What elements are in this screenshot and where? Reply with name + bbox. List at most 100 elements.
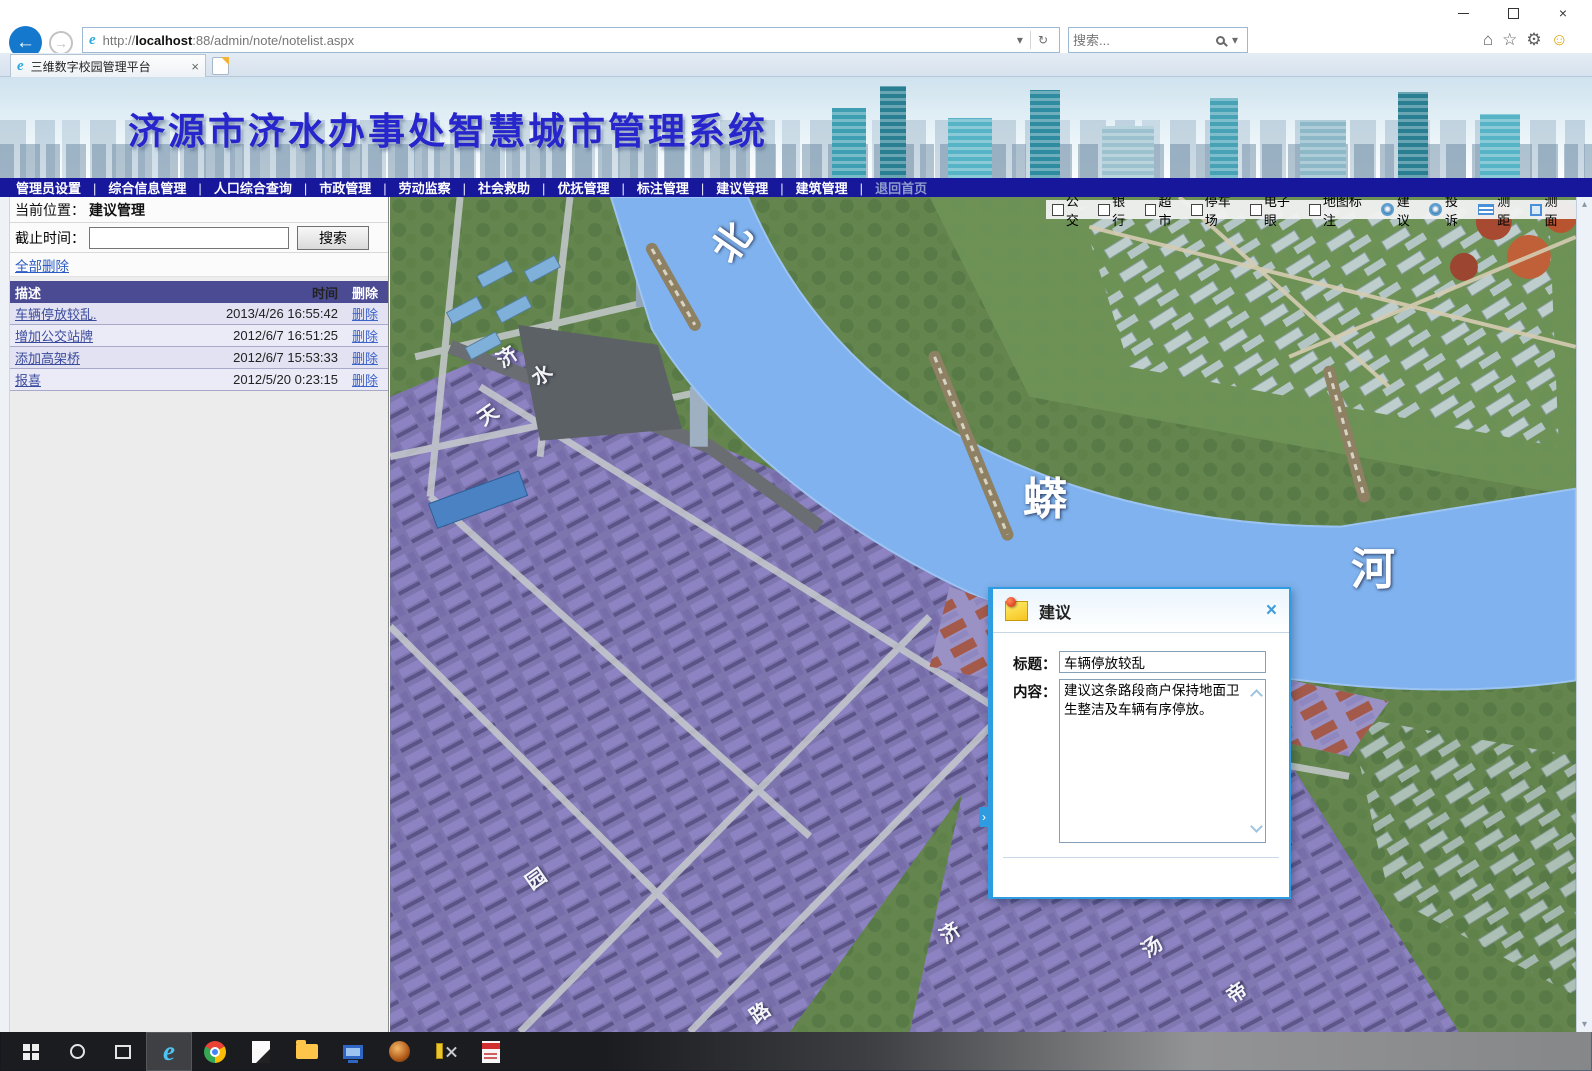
checkbox-icon[interactable] bbox=[1191, 204, 1203, 216]
delete-all-link[interactable]: 全部删除 bbox=[15, 255, 69, 275]
suggestion-link[interactable]: 增加公交站牌 bbox=[15, 329, 93, 344]
editor-icon bbox=[252, 1041, 270, 1063]
close-dialog-button[interactable]: × bbox=[1266, 601, 1277, 620]
suggestion-link[interactable]: 报喜 bbox=[15, 373, 41, 388]
webpage: 济源市济水办事处智慧城市管理系统 管理员设置 综合信息管理 人口综合查询 市政管… bbox=[0, 77, 1592, 1032]
layer-checkbox-camera[interactable]: 电子眼 bbox=[1250, 197, 1302, 229]
close-icon: × bbox=[1559, 5, 1567, 21]
app-taskbar-button[interactable] bbox=[376, 1032, 422, 1071]
nav-item-info[interactable]: 综合信息管理 bbox=[102, 178, 207, 197]
nav-item-annotation[interactable]: 标注管理 bbox=[631, 178, 710, 197]
nav-item-admin[interactable]: 管理员设置 bbox=[10, 178, 102, 197]
page-scrollbar[interactable]: ▴ ▾ bbox=[1576, 197, 1592, 1032]
nav-item-home[interactable]: 退回首页 bbox=[869, 178, 933, 197]
title-field-input[interactable] bbox=[1059, 651, 1266, 673]
nav-item-suggestion[interactable]: 建议管理 bbox=[710, 178, 789, 197]
area-icon bbox=[1530, 204, 1542, 216]
refresh-icon[interactable]: ↻ bbox=[1033, 33, 1053, 47]
suggestion-panel: 当前位置： 建议管理 截止时间： 搜索 全部删除 描述 时间 删除 车辆停放较乱… bbox=[10, 197, 389, 1032]
info-icon bbox=[1429, 203, 1442, 216]
search-button[interactable]: 搜索 bbox=[297, 226, 369, 250]
col-time: 时间 bbox=[220, 283, 338, 302]
address-bar[interactable]: e http://localhost:88/admin/note/notelis… bbox=[82, 27, 1060, 53]
window-controls: × bbox=[1450, 4, 1576, 22]
tool-complaint-button[interactable]: 投诉 bbox=[1429, 197, 1470, 229]
dialog-collapse-handle[interactable]: › bbox=[979, 807, 989, 827]
tab-bar: e 三维数字校园管理平台 × bbox=[0, 53, 1592, 77]
tool-suggest-button[interactable]: 建议 bbox=[1381, 197, 1422, 229]
content-area: 当前位置： 建议管理 截止时间： 搜索 全部删除 描述 时间 删除 车辆停放较乱… bbox=[0, 197, 1592, 1032]
tool-measure-distance-button[interactable]: 测距 bbox=[1478, 197, 1523, 229]
windows-logo-icon bbox=[23, 1044, 39, 1060]
file-explorer-button[interactable] bbox=[284, 1032, 330, 1071]
delete-link[interactable]: 删除 bbox=[352, 307, 378, 322]
home-icon[interactable]: ⌂ bbox=[1483, 30, 1493, 50]
tab-close-icon[interactable]: × bbox=[185, 59, 199, 74]
checkbox-icon[interactable] bbox=[1309, 204, 1321, 216]
suggestion-time: 2012/6/7 16:51:25 bbox=[220, 328, 338, 343]
browser-search-box[interactable]: ▾ bbox=[1068, 27, 1248, 53]
close-window-button[interactable]: × bbox=[1550, 4, 1576, 22]
favorites-star-icon[interactable]: ☆ bbox=[1502, 30, 1517, 50]
task-view-button[interactable] bbox=[100, 1032, 146, 1071]
minimize-button[interactable] bbox=[1450, 4, 1476, 22]
url-path: :88/admin/note/notelist.aspx bbox=[192, 33, 354, 48]
nav-item-social-aid[interactable]: 社会救助 bbox=[472, 178, 551, 197]
tool-label: 建议 bbox=[1397, 197, 1422, 229]
scrollbar-up-icon[interactable]: ▴ bbox=[1582, 199, 1587, 210]
content-field-textarea[interactable]: 建议这条路段商户保持地面卫生整洁及车辆有序停放。 bbox=[1059, 679, 1266, 843]
new-tab-button[interactable] bbox=[212, 57, 229, 75]
browser-search-input[interactable] bbox=[1073, 33, 1214, 48]
feedback-smiley-icon[interactable]: ☺ bbox=[1551, 30, 1568, 50]
deadline-input[interactable] bbox=[89, 227, 289, 249]
url-dropdown-icon[interactable]: ▾ bbox=[1012, 33, 1028, 47]
dialog-footer-divider bbox=[1003, 857, 1279, 858]
settings-gear-icon[interactable]: ⚙ bbox=[1526, 30, 1541, 50]
title-field-label: 标题： bbox=[1013, 653, 1057, 674]
deadline-label: 截止时间： bbox=[15, 228, 85, 248]
layer-checkbox-annotation[interactable]: 地图标注 bbox=[1309, 197, 1374, 229]
nav-item-building[interactable]: 建筑管理 bbox=[790, 178, 869, 197]
delete-link[interactable]: 删除 bbox=[352, 329, 378, 344]
search-icon[interactable] bbox=[1216, 36, 1225, 45]
tools-taskbar-button[interactable] bbox=[422, 1032, 468, 1071]
start-button[interactable] bbox=[8, 1032, 54, 1071]
table-row: 报喜 2012/5/20 0:23:15 删除 bbox=[10, 369, 388, 391]
browser-chrome: × ← → e http://localhost:88/admin/note/n… bbox=[0, 0, 1592, 77]
chrome-taskbar-button[interactable] bbox=[192, 1032, 238, 1071]
internet-explorer-icon: e bbox=[163, 1038, 175, 1065]
nav-item-labor[interactable]: 劳动监察 bbox=[393, 178, 472, 197]
search-dropdown-icon[interactable]: ▾ bbox=[1227, 33, 1243, 47]
maximize-button[interactable] bbox=[1500, 4, 1526, 22]
tool-measure-area-button[interactable]: 测面 bbox=[1530, 197, 1570, 229]
layer-checkbox-bank[interactable]: 银行 bbox=[1098, 197, 1137, 229]
browser-tab[interactable]: e 三维数字校园管理平台 × bbox=[10, 54, 206, 77]
checkbox-icon[interactable] bbox=[1145, 204, 1157, 216]
cortana-search-button[interactable] bbox=[54, 1032, 100, 1071]
checkbox-icon[interactable] bbox=[1098, 204, 1110, 216]
suggestion-link[interactable]: 添加高架桥 bbox=[15, 351, 80, 366]
computer-taskbar-button[interactable] bbox=[330, 1032, 376, 1071]
ie-taskbar-button[interactable]: e bbox=[146, 1032, 192, 1071]
layer-label: 超市 bbox=[1158, 197, 1184, 229]
site-banner: 济源市济水办事处智慧城市管理系统 bbox=[0, 77, 1592, 178]
dialog-header[interactable]: 建议 × bbox=[993, 589, 1289, 633]
checkbox-icon[interactable] bbox=[1052, 204, 1064, 216]
forward-button[interactable]: → bbox=[49, 31, 73, 55]
city-map-3d[interactable]: 北 蟒 河 济 水 天 园 路 济 汤 帝 公交 银行 超市 停车场 电子眼 地… bbox=[390, 197, 1576, 1032]
layer-checkbox-bus[interactable]: 公交 bbox=[1052, 197, 1091, 229]
delete-link[interactable]: 删除 bbox=[352, 351, 378, 366]
nav-item-municipal[interactable]: 市政管理 bbox=[313, 178, 392, 197]
suggestion-link[interactable]: 车辆停放较乱. bbox=[15, 307, 97, 322]
editor-taskbar-button[interactable] bbox=[238, 1032, 284, 1071]
nav-item-veteran[interactable]: 优抚管理 bbox=[551, 178, 630, 197]
banner-tower bbox=[1102, 126, 1154, 178]
scrollbar-down-icon[interactable]: ▾ bbox=[1582, 1019, 1587, 1030]
suggestion-time: 2013/4/26 16:55:42 bbox=[220, 306, 338, 321]
nav-item-population[interactable]: 人口综合查询 bbox=[208, 178, 313, 197]
document-taskbar-button[interactable] bbox=[468, 1032, 514, 1071]
checkbox-icon[interactable] bbox=[1250, 204, 1262, 216]
layer-checkbox-supermarket[interactable]: 超市 bbox=[1145, 197, 1184, 229]
layer-checkbox-parking[interactable]: 停车场 bbox=[1191, 197, 1243, 229]
delete-link[interactable]: 删除 bbox=[352, 373, 378, 388]
